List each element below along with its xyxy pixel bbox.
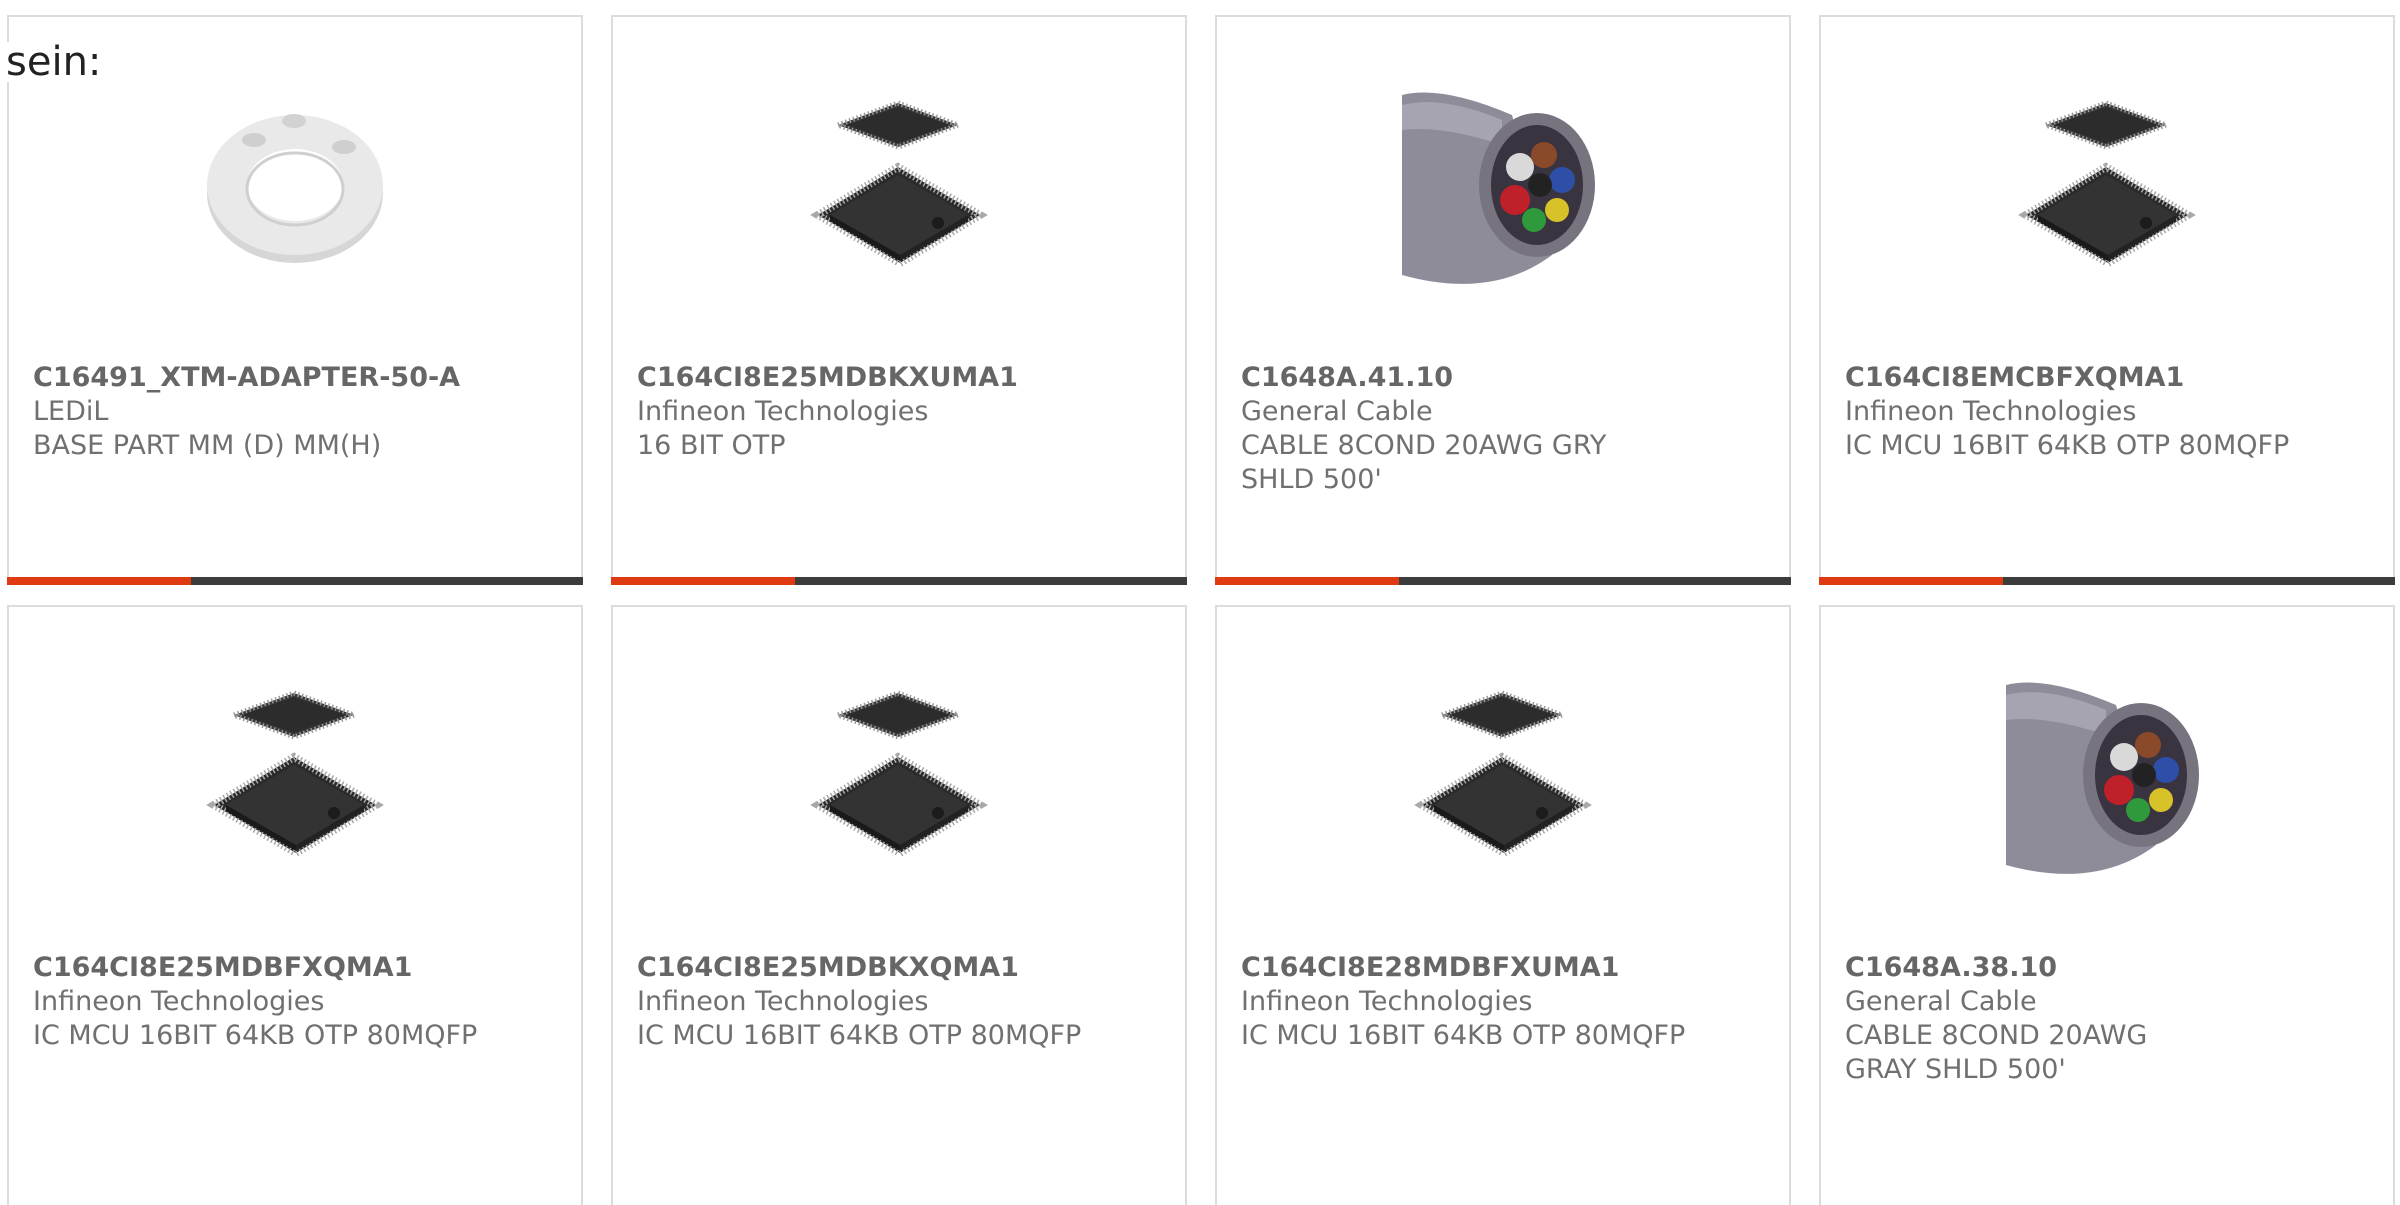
product-card[interactable]: C164CI8E28MDBFXUMA1 Infineon Technologie… (1215, 605, 1791, 1205)
card-bar-accent (1819, 577, 2003, 585)
part-number[interactable]: C164CI8E28MDBFXUMA1 (1241, 951, 1761, 985)
product-card[interactable]: C164CI8E25MDBFXQMA1 Infineon Technologie… (7, 605, 583, 1205)
description: IC MCU 16BIT 64KB OTP 80MQFP (1241, 1020, 1686, 1051)
product-card[interactable]: C1648A.38.10 General Cable CABLE 8COND 2… (1819, 605, 2395, 1205)
description: IC MCU 16BIT 64KB OTP 80MQFP (33, 1020, 478, 1051)
ic-chip-image[interactable] (194, 675, 396, 877)
part-number[interactable]: C164CI8E25MDBKXQMA1 (637, 951, 1157, 985)
manufacturer: Infineon Technologies (637, 986, 929, 1017)
card-bar-accent (1215, 577, 1399, 585)
manufacturer: LEDiL (33, 396, 109, 427)
part-number[interactable]: C1648A.41.10 (1241, 361, 1671, 395)
card-bar (611, 577, 1187, 585)
cable-image[interactable] (2006, 675, 2208, 877)
card-bar (1215, 577, 1791, 585)
led-adapter-ring-image[interactable] (194, 85, 396, 287)
description: IC MCU 16BIT 64KB OTP 80MQFP (637, 1020, 1082, 1051)
manufacturer: Infineon Technologies (1241, 986, 1533, 1017)
manufacturer: General Cable (1241, 396, 1433, 427)
ic-chip-image[interactable] (1402, 675, 1604, 877)
part-number[interactable]: C164CI8E25MDBKXUMA1 (637, 361, 1157, 395)
cable-image[interactable] (1402, 85, 1604, 287)
ic-chip-image[interactable] (2006, 85, 2208, 287)
intro-text: sein: (6, 39, 102, 85)
description: 16 BIT OTP (637, 430, 786, 461)
card-bar (7, 577, 583, 585)
card-bar-accent (611, 577, 795, 585)
description: BASE PART MM (D) MM(H) (33, 430, 382, 461)
ic-chip-image[interactable] (798, 675, 1000, 877)
manufacturer: Infineon Technologies (637, 396, 929, 427)
part-number[interactable]: C1648A.38.10 (1845, 951, 2225, 985)
manufacturer: General Cable (1845, 986, 2037, 1017)
description: CABLE 8COND 20AWG GRAY SHLD 500' (1845, 1020, 2148, 1085)
product-card[interactable]: C164CI8E25MDBKXUMA1 Infineon Technologie… (611, 15, 1187, 585)
description: CABLE 8COND 20AWG GRY SHLD 500' (1241, 430, 1607, 495)
card-bar (1819, 577, 2395, 585)
part-number[interactable]: C16491_XTM-ADAPTER-50-A (33, 361, 553, 395)
part-number[interactable]: C164CI8EMCBFXQMA1 (1845, 361, 2365, 395)
description: IC MCU 16BIT 64KB OTP 80MQFP (1845, 430, 2290, 461)
product-card[interactable]: C164CI8E25MDBKXQMA1 Infineon Technologie… (611, 605, 1187, 1205)
manufacturer: Infineon Technologies (1845, 396, 2137, 427)
manufacturer: Infineon Technologies (33, 986, 325, 1017)
product-card[interactable]: C1648A.41.10 General Cable CABLE 8COND 2… (1215, 15, 1791, 585)
product-card[interactable]: C16491_XTM-ADAPTER-50-A LEDiL BASE PART … (7, 15, 583, 585)
card-bar-accent (7, 577, 191, 585)
product-card[interactable]: C164CI8EMCBFXQMA1 Infineon Technologies … (1819, 15, 2395, 585)
part-number[interactable]: C164CI8E25MDBFXQMA1 (33, 951, 553, 985)
ic-chip-image[interactable] (798, 85, 1000, 287)
